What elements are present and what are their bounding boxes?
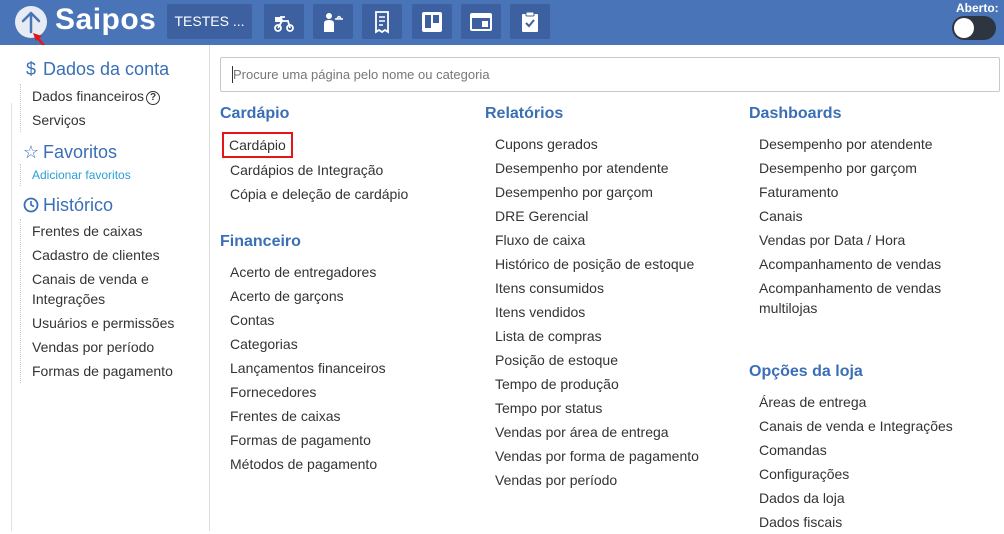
menu-link[interactable]: Acompanhamento de vendas multilojas (749, 276, 949, 320)
history-item[interactable]: Vendas por período (32, 335, 174, 359)
history-item[interactable]: Canais de venda e Integrações (32, 267, 162, 311)
menu-link[interactable]: Faturamento (749, 180, 999, 204)
column-dashboards-opcoes: Dashboards Desempenho por atendente Dese… (749, 103, 999, 534)
category-title-financeiro: Financeiro (220, 233, 301, 250)
menu-link[interactable]: Dados da loja (749, 486, 999, 510)
menu-link[interactable]: Lista de compras (485, 324, 735, 348)
toggle-knob (954, 18, 974, 38)
menu-link[interactable]: Desempenho por garçom (485, 180, 735, 204)
category-title-cardapio: Cardápio (220, 105, 290, 122)
help-icon[interactable]: ? (146, 91, 161, 105)
clipboard-tool-button[interactable] (510, 4, 550, 39)
menu-link[interactable]: Desempenho por atendente (749, 132, 999, 156)
menu-link[interactable]: Canais (749, 204, 999, 228)
menu-link[interactable]: Vendas por período (485, 468, 735, 492)
history-list: Frentes de caixas Cadastro de clientes C… (20, 219, 174, 383)
menu-link[interactable]: Métodos de pagamento (220, 452, 470, 476)
menu-link[interactable]: Acerto de entregadores (220, 260, 470, 284)
account-section-title: $ Dados da conta (22, 59, 169, 80)
menu-link[interactable]: Vendas por Data / Hora (749, 228, 999, 252)
menu-link[interactable]: Cópia e deleção de cardápio (220, 182, 470, 206)
category-title-relatorios: Relatórios (485, 105, 564, 122)
clipboard-check-icon (522, 11, 538, 32)
menu-link[interactable]: Posição de estoque (485, 348, 735, 372)
column-cardapio-financeiro: Cardápio Cardápio Cardápios de Integraçã… (220, 103, 470, 476)
history-item[interactable]: Frentes de caixas (32, 219, 174, 243)
top-bar: Saipos TESTES ... Aberto: (0, 0, 1004, 45)
favorites-list: Adicionar favoritos (20, 164, 131, 186)
account-list: Dados financeiros? Serviços (20, 84, 161, 132)
menu-link[interactable]: Desempenho por garçom (749, 156, 999, 180)
menu-link[interactable]: Configurações (749, 462, 999, 486)
page-search (220, 57, 1000, 92)
receipt-tool-button[interactable] (362, 4, 402, 39)
open-status-label: Aberto: (956, 1, 999, 15)
menu-link-cardapio[interactable]: Cardápio (220, 132, 470, 158)
open-status-toggle[interactable] (952, 16, 996, 40)
menu-link[interactable]: Contas (220, 308, 470, 332)
screen-tool-button[interactable] (461, 4, 501, 39)
highlighted-link[interactable]: Cardápio (222, 132, 293, 158)
menu-link[interactable]: Áreas de entrega (749, 390, 999, 414)
text-caret (232, 66, 233, 83)
delivery-tool-button[interactable] (264, 4, 304, 39)
waiter-tool-button[interactable] (313, 4, 353, 39)
add-favorites-link[interactable]: Adicionar favoritos (32, 164, 131, 186)
menu-link[interactable]: Dados fiscais (749, 510, 999, 534)
menu-link[interactable]: Cupons gerados (485, 132, 735, 156)
category-title-dashboards: Dashboards (749, 105, 842, 122)
menu-link[interactable]: Tempo por status (485, 396, 735, 420)
menu-link[interactable]: Vendas por forma de pagamento (485, 444, 735, 468)
menu-link[interactable]: Desempenho por atendente (485, 156, 735, 180)
menu-link[interactable]: Tempo de produção (485, 372, 735, 396)
menu-link[interactable]: Itens vendidos (485, 300, 735, 324)
store-selector-button[interactable]: TESTES ... (167, 4, 252, 39)
search-input[interactable] (221, 58, 999, 91)
waiter-icon (324, 13, 343, 32)
column-relatorios: Relatórios Cupons gerados Desempenho por… (485, 103, 735, 492)
kanban-icon (422, 12, 442, 32)
menu-link[interactable]: Formas de pagamento (220, 428, 470, 452)
saipos-logo: Saipos (55, 3, 157, 36)
kanban-tool-button[interactable] (412, 4, 452, 39)
history-item[interactable]: Usuários e permissões (32, 311, 174, 335)
dollar-icon: $ (25, 59, 36, 79)
menu-link[interactable]: Comandas (749, 438, 999, 462)
menu-link[interactable]: Categorias (220, 332, 470, 356)
menu-link[interactable]: Frentes de caixas (220, 404, 470, 428)
menu-link[interactable]: Acerto de garçons (220, 284, 470, 308)
menu-link[interactable]: Vendas por área de entrega (485, 420, 735, 444)
menu-link[interactable]: Canais de venda e Integrações (749, 414, 999, 438)
menu-link[interactable]: Cardápios de Integração (220, 158, 470, 182)
menu-link[interactable]: Fluxo de caixa (485, 228, 735, 252)
sidebar-item-servicos[interactable]: Serviços (32, 108, 160, 132)
delivery-icon (274, 16, 294, 32)
sidebar-edge (0, 103, 12, 531)
menu-link[interactable]: Fornecedores (220, 380, 470, 404)
history-item[interactable]: Cadastro de clientes (32, 243, 174, 267)
sidebar-item-dados-financeiros[interactable]: Dados financeiros? (32, 84, 161, 108)
menu-link[interactable]: Acompanhamento de vendas (749, 252, 999, 276)
menu-link[interactable]: Histórico de posição de estoque (485, 252, 735, 276)
menu-link[interactable]: Lançamentos financeiros (220, 356, 470, 380)
menu-link[interactable]: DRE Gerencial (485, 204, 735, 228)
star-icon: ☆ (22, 142, 40, 162)
menu-link[interactable]: Itens consumidos (485, 276, 735, 300)
receipt-icon (375, 11, 389, 34)
clock-icon (22, 195, 40, 216)
category-title-opcoes-loja: Opções da loja (749, 363, 863, 380)
history-section-title: Histórico (22, 195, 113, 216)
history-item[interactable]: Formas de pagamento (32, 359, 174, 383)
screen-icon (470, 13, 492, 31)
favorites-section-title: ☆ Favoritos (22, 142, 118, 162)
